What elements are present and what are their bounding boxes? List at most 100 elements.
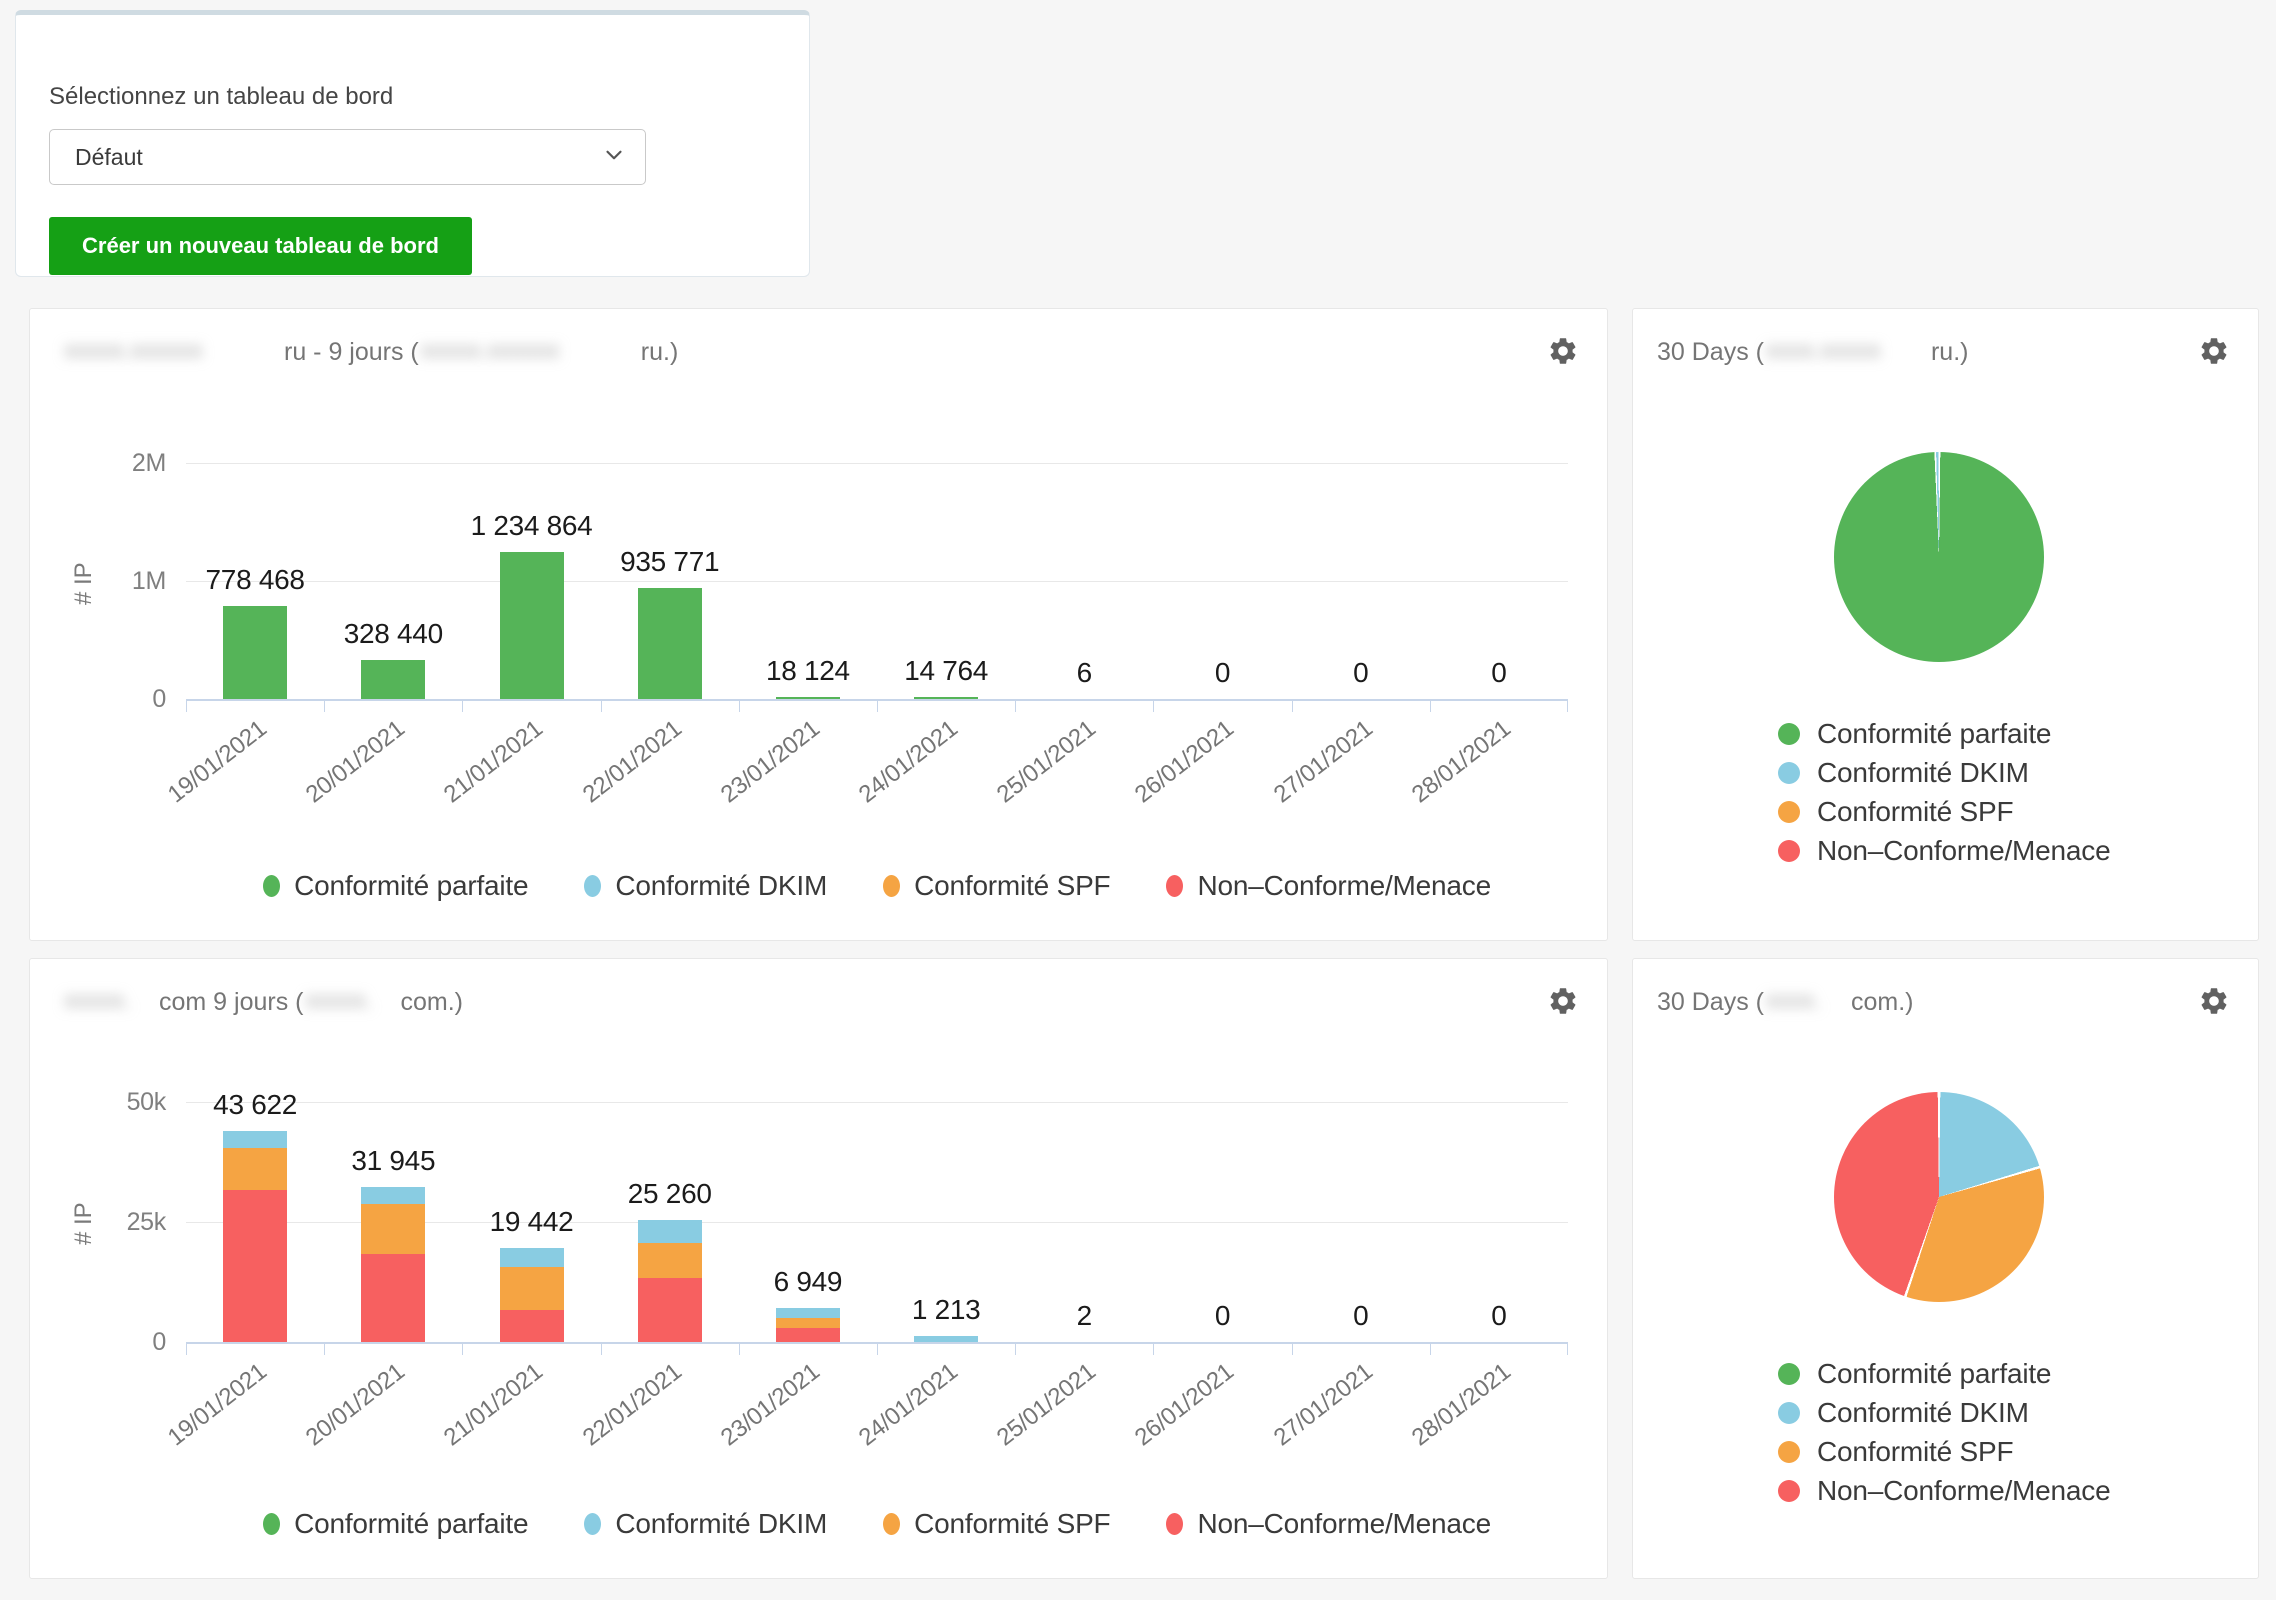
bar-column[interactable]: 2 <box>1015 1102 1153 1342</box>
panel-settings-button[interactable] <box>1545 333 1581 369</box>
legend-label: Conformité SPF <box>1817 796 2013 828</box>
legend-item[interactable]: Conformité DKIM <box>1778 760 2110 786</box>
dashboard-select[interactable]: Défaut <box>49 129 646 185</box>
bar-column[interactable]: 43 622 <box>186 1102 324 1342</box>
axis-tick <box>1015 699 1016 712</box>
dashboard-select-value: Défaut <box>75 144 143 171</box>
legend-item[interactable]: Conformité parfaite <box>1778 721 2110 747</box>
bar-column[interactable]: 778 468 <box>186 463 324 699</box>
y-axis-tick-label: 25k <box>127 1209 166 1235</box>
bar-column[interactable]: 0 <box>1153 463 1291 699</box>
legend-item[interactable]: Non–Conforme/Menace <box>1778 838 2110 864</box>
legend-label: Conformité parfaite <box>1817 718 2051 750</box>
bar-value-label: 14 764 <box>904 655 988 687</box>
legend-item[interactable]: Conformité SPF <box>883 1508 1110 1540</box>
legend-dot-green <box>263 875 280 897</box>
legend-label: Conformité DKIM <box>1817 757 2029 789</box>
redacted-domain: xxxx. <box>1766 987 1846 1017</box>
panel-settings-button[interactable] <box>2196 983 2232 1019</box>
legend-item[interactable]: Conformité DKIM <box>584 870 827 902</box>
bar-column[interactable]: 6 949 <box>739 1102 877 1342</box>
axis-tick <box>601 1342 602 1355</box>
pie-chart[interactable] <box>1834 1092 2044 1302</box>
legend-item[interactable]: Non–Conforme/Menace <box>1166 1508 1490 1540</box>
bar-column[interactable]: 19 442 <box>462 1102 600 1342</box>
legend-item[interactable]: Non–Conforme/Menace <box>1778 1478 2110 1504</box>
legend-dot-blue <box>1778 762 1800 784</box>
x-axis-label: 27/01/2021 <box>1268 715 1378 809</box>
pie-chart[interactable] <box>1834 452 2044 662</box>
legend-item[interactable]: Conformité parfaite <box>263 1508 528 1540</box>
bar-stack <box>361 1187 425 1342</box>
legend-dot-green <box>1778 1363 1800 1385</box>
x-axis-label: 20/01/2021 <box>301 715 411 809</box>
legend-label: Non–Conforme/Menace <box>1197 870 1490 902</box>
panel-title: 30 Days (xxxx.xxxxxru.) <box>1657 337 1968 367</box>
bar-column[interactable]: 31 945 <box>324 1102 462 1342</box>
bar-columns: 43 62231 94519 44225 2606 9491 2132000 <box>186 1102 1568 1342</box>
bar-chart: 43 62231 94519 44225 2606 9491 213200019… <box>186 1102 1568 1344</box>
bar-value-label: 0 <box>1215 1300 1230 1332</box>
axis-tick <box>1153 1342 1154 1355</box>
panel-title: 30 Days (xxxx.com.) <box>1657 987 1913 1017</box>
legend-label: Conformité DKIM <box>1817 1397 2029 1429</box>
create-dashboard-button[interactable]: Créer un nouveau tableau de bord <box>49 217 472 275</box>
x-axis-label: 28/01/2021 <box>1407 715 1517 809</box>
bar-column[interactable]: 25 260 <box>601 1102 739 1342</box>
bar-segment-blue <box>223 1131 287 1148</box>
bar-segment-blue <box>776 1308 840 1318</box>
legend-dot-red <box>1166 875 1183 897</box>
bar-stack <box>638 1220 702 1342</box>
bar-column[interactable]: 0 <box>1430 463 1568 699</box>
legend-dot-orange <box>883 1513 900 1535</box>
bar-segment-red <box>500 1310 564 1342</box>
panel-settings-button[interactable] <box>2196 333 2232 369</box>
bar-column[interactable]: 6 <box>1015 463 1153 699</box>
bar-column[interactable]: 1 213 <box>877 1102 1015 1342</box>
axis-tick <box>186 699 187 712</box>
bar-value-label: 0 <box>1491 1300 1506 1332</box>
bar-column[interactable]: 935 771 <box>601 463 739 699</box>
x-axis-label: 21/01/2021 <box>439 1358 549 1452</box>
chart-legend: Conformité parfaite Conformité DKIM Confor… <box>1778 721 2110 864</box>
bar-segment-green <box>500 552 564 699</box>
legend-item[interactable]: Non–Conforme/Menace <box>1166 870 1490 902</box>
axis-tick <box>1567 699 1568 712</box>
legend-item[interactable]: Conformité DKIM <box>584 1508 827 1540</box>
bar-column[interactable]: 0 <box>1292 463 1430 699</box>
legend-dot-red <box>1166 1513 1183 1535</box>
bar-chart-panel-com: xxxxx.com 9 jours (xxxxx.com.) # IP 025k… <box>29 958 1608 1579</box>
bar-column[interactable]: 1 234 864 <box>462 463 600 699</box>
legend-item[interactable]: Conformité DKIM <box>1778 1400 2110 1426</box>
legend-item[interactable]: Conformité SPF <box>1778 1439 2110 1465</box>
legend-label: Conformité SPF <box>914 1508 1110 1540</box>
bar-column[interactable]: 14 764 <box>877 463 1015 699</box>
bar-stack <box>638 588 702 699</box>
axis-tick <box>186 1342 187 1355</box>
bar-column[interactable]: 0 <box>1153 1102 1291 1342</box>
bar-segment-blue <box>914 1336 978 1342</box>
legend-item[interactable]: Conformité SPF <box>883 870 1110 902</box>
axis-tick <box>462 699 463 712</box>
legend-item[interactable]: Conformité SPF <box>1778 799 2110 825</box>
bar-column[interactable]: 328 440 <box>324 463 462 699</box>
axis-tick <box>1430 1342 1431 1355</box>
bar-column[interactable]: 0 <box>1292 1102 1430 1342</box>
bar-value-label: 0 <box>1215 657 1230 689</box>
bar-column[interactable]: 0 <box>1430 1102 1568 1342</box>
panel-settings-button[interactable] <box>1545 983 1581 1019</box>
legend-label: Conformité DKIM <box>615 1508 827 1540</box>
bar-segment-blue <box>500 1248 564 1267</box>
bar-stack <box>500 552 564 699</box>
x-axis-label: 23/01/2021 <box>716 1358 826 1452</box>
legend-item[interactable]: Conformité parfaite <box>263 870 528 902</box>
bar-segment-blue <box>638 1220 702 1243</box>
bar-column[interactable]: 18 124 <box>739 463 877 699</box>
bar-segment-red <box>638 1278 702 1342</box>
axis-tick <box>1292 1342 1293 1355</box>
bar-value-label: 935 771 <box>620 546 719 578</box>
bar-value-label: 43 622 <box>213 1089 297 1121</box>
bar-stack <box>223 606 287 699</box>
legend-item[interactable]: Conformité parfaite <box>1778 1361 2110 1387</box>
axis-tick <box>739 699 740 712</box>
